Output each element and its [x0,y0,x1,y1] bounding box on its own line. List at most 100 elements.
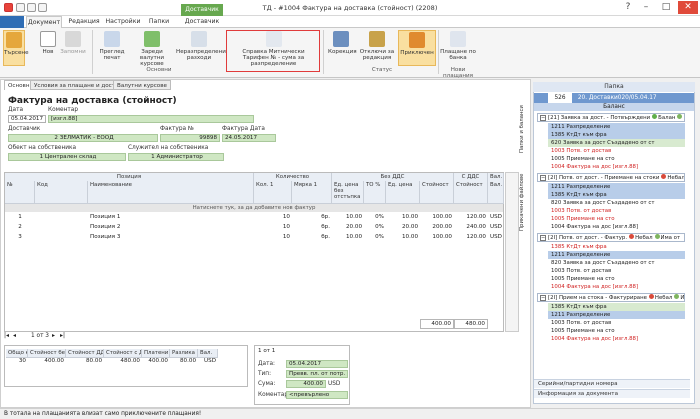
tree-leaf[interactable]: 1385 КтДт към фра [548,191,685,199]
tab-settings[interactable]: Настройки [104,16,142,28]
print-preview-button[interactable]: Преглед печат [95,30,129,66]
cell-value[interactable]: 100.00 [420,213,454,222]
cell-cur[interactable]: USD [488,223,504,232]
cell-qty[interactable]: 10 [254,233,292,242]
search-button[interactable]: Търсене [3,30,29,66]
cell-value[interactable]: 200.00 [420,223,454,232]
header-value[interactable]: Стойност [420,181,454,204]
cell-cur[interactable]: USD [488,213,504,222]
tree-leaf[interactable]: 1004 Фактура на дос [изгл.88] [548,335,685,343]
header-qty[interactable]: Кол. 1 [254,181,292,204]
tree-leaf[interactable]: 1005 Приемане на сто [548,155,685,163]
header-discount[interactable]: ТО % [364,181,386,204]
expand-icon[interactable]: − [540,235,546,241]
tree-leaf[interactable]: 1003 Потв. от достав [548,207,685,215]
prev-record-icon[interactable]: ◂ [13,332,19,341]
save-button[interactable]: Запомни [60,30,86,66]
next-record-icon[interactable]: ▸ [52,332,58,339]
header-currency[interactable]: Вал. [488,181,504,204]
load-rates-button[interactable]: Зареди валутни курсове [132,30,172,67]
serial-numbers-bar[interactable]: Серийни/партидни номера [534,379,690,388]
tree-node[interactable]: − [2I] Потв. от дост. - Приемане на стоки… [537,173,685,182]
tree-node[interactable]: − [2I] Потв. от дост. - Фактур. Небал Има о… [537,233,685,242]
tree-leaf[interactable]: 1211 Разпределение [548,123,685,131]
file-menu-button[interactable] [0,16,24,28]
expand-icon[interactable]: − [540,175,546,181]
payment-type[interactable]: Превв. пл. от потр. (д [286,370,348,378]
tab-exchange-rates[interactable]: Валутни курсове [113,80,171,90]
cell-price-base[interactable]: 10.00 [332,213,364,222]
header-name[interactable]: Наименование [88,181,254,204]
tree-leaf[interactable]: 820 Заявка за дост Създадено от ст [548,199,685,207]
cell-name[interactable]: Позиция 1 [88,213,254,222]
tree-leaf[interactable]: 1211 Разпределение [548,251,685,259]
cell-price[interactable]: 10.00 [386,213,420,222]
tree-leaf[interactable]: 1385 КтДт към фра [548,131,685,139]
cell-qty[interactable]: 10 [254,213,292,222]
payment-sum[interactable]: 400.00 [286,380,326,388]
tree-leaf[interactable]: 1003 Потв. от достав [548,147,685,155]
payment-comment[interactable]: <превърлено [286,391,348,399]
first-record-icon[interactable]: |◂ [4,332,12,341]
cell-price[interactable]: 20.00 [386,223,420,232]
tree-leaf[interactable]: 1385 КтДт към фра [548,303,685,311]
new-row-hint[interactable]: Натиснете тук, за да добавите нов фактур [5,204,503,212]
bank-payment-button[interactable]: Плащане по банка [440,30,476,66]
cell-value[interactable]: 100.00 [420,233,454,242]
cell-qty[interactable]: 10 [254,223,292,232]
cell-disc[interactable]: 0% [364,213,386,222]
comment-field[interactable]: [изгл.88] [48,115,254,123]
header-base-price[interactable]: Ед. цена без отстъпка [332,181,364,204]
tree-leaf[interactable]: 1211 Разпределение [548,311,685,319]
owner-object-field[interactable]: 1 Централен склад [8,153,126,161]
tree-leaf[interactable]: 1005 Приемане на сто [548,275,685,283]
tree-leaf[interactable]: 820 Заявка за дост Създадено от ст [548,259,685,267]
cell-unit[interactable]: бр. [292,233,332,242]
owner-employee-field[interactable]: 1 Администратор [128,153,224,161]
correction-button[interactable]: Корекция [328,30,357,66]
tree-leaf[interactable]: 1004 Фактура на дос [изгл.88] [548,283,685,291]
tree-leaf[interactable]: 620 Заявка за дост Създадено от ст [548,139,685,147]
folder-row[interactable]: 526 20. Доставки020/05.04.17 [534,93,694,103]
header-code[interactable]: Код [35,181,88,204]
tree-leaf[interactable]: 1003 Потв. от достав [548,319,685,327]
tree-leaf[interactable]: 1004 Фактура на дос [изгл.88] [548,163,685,171]
tab-edit[interactable]: Редакция [66,16,102,28]
last-record-icon[interactable]: ▸| [60,332,68,339]
cell-value-vat[interactable]: 240.00 [454,223,488,232]
cell-price-base[interactable]: 10.00 [332,233,364,242]
tree-node[interactable]: − [21] Заявка за дост. - Потвърждени Балан… [537,113,685,122]
invoice-no-field[interactable]: 99898 [160,134,220,142]
tree-leaf[interactable]: 1005 Приемане на сто [548,215,685,223]
close-button[interactable]: ✕ [678,1,698,14]
tab-supplier[interactable]: Доставчик [180,16,224,28]
cell-no[interactable]: 3 [5,233,35,242]
tab-folders[interactable]: Папки [144,16,174,28]
cell-value-vat[interactable]: 120.00 [454,233,488,242]
header-unit[interactable]: Мярка 1 [292,181,332,204]
cell-disc[interactable]: 0% [364,223,386,232]
invoice-date-field[interactable]: 24.05.2017 [222,134,276,142]
maximize-button[interactable]: □ [656,1,676,14]
expand-icon[interactable]: − [540,115,546,121]
completed-button[interactable]: Приключен [398,30,436,66]
cell-cur[interactable]: USD [488,233,504,242]
undistributed-costs-button[interactable]: Неразпределени разходи [176,30,226,66]
supplier-field[interactable]: 2 ЗЕЛМАТИК - ЕООД [8,134,158,142]
date-field[interactable]: 05.04.2017 [8,115,46,123]
cell-price[interactable]: 10.00 [386,233,420,242]
tree-leaf[interactable]: 1211 Разпределение [548,183,685,191]
header-unit-price[interactable]: Ед. цена [386,181,420,204]
tree-node[interactable]: − [2I] Прием на стока - Фактуриране Небал И… [537,293,685,302]
tree-leaf[interactable]: 1003 Потв. от достав [548,267,685,275]
help-icon[interactable]: ? [618,1,638,14]
unlock-edit-button[interactable]: Отключи за редакция [358,30,396,66]
cell-price-base[interactable]: 20.00 [332,223,364,232]
tree-leaf[interactable]: 1004 Фактура на дос [изгл.88] [548,223,685,231]
tree-leaf[interactable]: 1005 Приемане на сто [548,327,685,335]
cell-name[interactable]: Позиция 3 [88,233,254,242]
cell-unit[interactable]: бр. [292,213,332,222]
header-no[interactable]: № [5,181,35,204]
document-info-bar[interactable]: Информация за документа [534,389,690,398]
cell-disc[interactable]: 0% [364,233,386,242]
